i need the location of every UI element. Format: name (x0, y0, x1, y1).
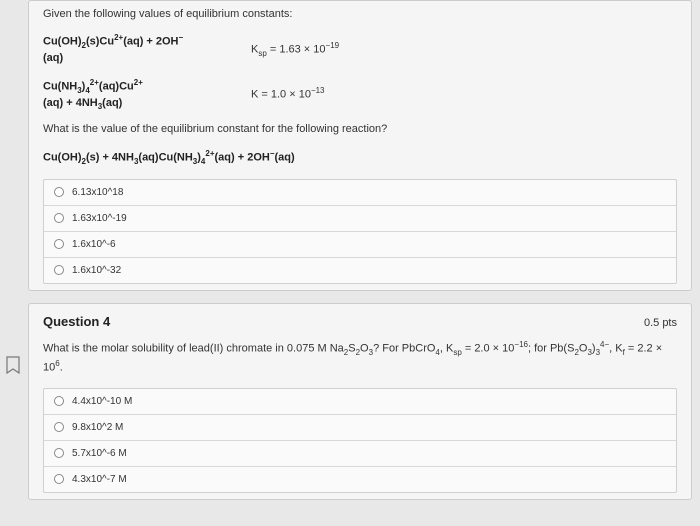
choice-label: 9.8x10^2 M (72, 422, 123, 433)
choice-label: 1.6x10^-6 (72, 239, 116, 250)
choice-label: 1.63x10^-19 (72, 213, 127, 224)
q4-choice-c[interactable]: 5.7x10^-6 M (44, 441, 676, 467)
radio-icon (54, 474, 64, 484)
q4-choice-a[interactable]: 4.4x10^-10 M (44, 389, 676, 415)
q3-choice-b[interactable]: 1.63x10^-19 (44, 206, 676, 232)
choice-label: 5.7x10^-6 M (72, 448, 127, 459)
radio-icon (54, 396, 64, 406)
bookmark-icon[interactable] (6, 356, 20, 374)
rxn1-line2: (aq) (43, 51, 243, 66)
rxn2-line1: Cu(NH3)42+(aq)Cu2+ (43, 77, 243, 96)
q4-choice-b[interactable]: 9.8x10^2 M (44, 415, 676, 441)
choice-label: 6.13x10^18 (72, 187, 123, 198)
question-4-card: Question 4 0.5 pts What is the molar sol… (28, 303, 692, 500)
target-reaction: Cu(OH)2(s) + 4NH3(aq)Cu(NH3)42+(aq) + 2O… (43, 148, 677, 167)
radio-icon (54, 448, 64, 458)
question-prompt: What is the value of the equilibrium con… (43, 122, 677, 137)
reaction-1: Cu(OH)2(s)Cu2+(aq) + 2OH− (aq) Ksp = 1.6… (43, 32, 677, 66)
choice-label: 1.6x10^-32 (72, 265, 121, 276)
rxn2-k: K = 1.0 × 10−13 (251, 85, 325, 103)
reaction-2: Cu(NH3)42+(aq)Cu2+ (aq) + 4NH3(aq) K = 1… (43, 77, 677, 112)
q4-prompt: What is the molar solubility of lead(II)… (43, 339, 677, 376)
choice-label: 4.3x10^-7 M (72, 474, 127, 485)
q3-choice-a[interactable]: 6.13x10^18 (44, 180, 676, 206)
radio-icon (54, 187, 64, 197)
rxn1-line1: Cu(OH)2(s)Cu2+(aq) + 2OH− (43, 32, 243, 51)
page: Given the following values of equilibriu… (0, 0, 700, 500)
rxn2-line2: (aq) + 4NH3(aq) (43, 96, 243, 112)
choice-label: 4.4x10^-10 M (72, 396, 132, 407)
intro-text: Given the following values of equilibriu… (43, 7, 677, 22)
q3-choices: 6.13x10^18 1.63x10^-19 1.6x10^-6 1.6x10^… (43, 179, 677, 284)
q3-choice-c[interactable]: 1.6x10^-6 (44, 232, 676, 258)
q4-choice-d[interactable]: 4.3x10^-7 M (44, 467, 676, 492)
question-4-points: 0.5 pts (644, 317, 677, 329)
rxn1-k: Ksp = 1.63 × 10−19 (251, 40, 339, 59)
q3-choice-d[interactable]: 1.6x10^-32 (44, 258, 676, 283)
question-4-title: Question 4 (43, 314, 110, 329)
radio-icon (54, 422, 64, 432)
question-3-card: Given the following values of equilibriu… (28, 0, 692, 291)
q4-choices: 4.4x10^-10 M 9.8x10^2 M 5.7x10^-6 M 4.3x… (43, 388, 677, 493)
radio-icon (54, 265, 64, 275)
radio-icon (54, 239, 64, 249)
radio-icon (54, 213, 64, 223)
